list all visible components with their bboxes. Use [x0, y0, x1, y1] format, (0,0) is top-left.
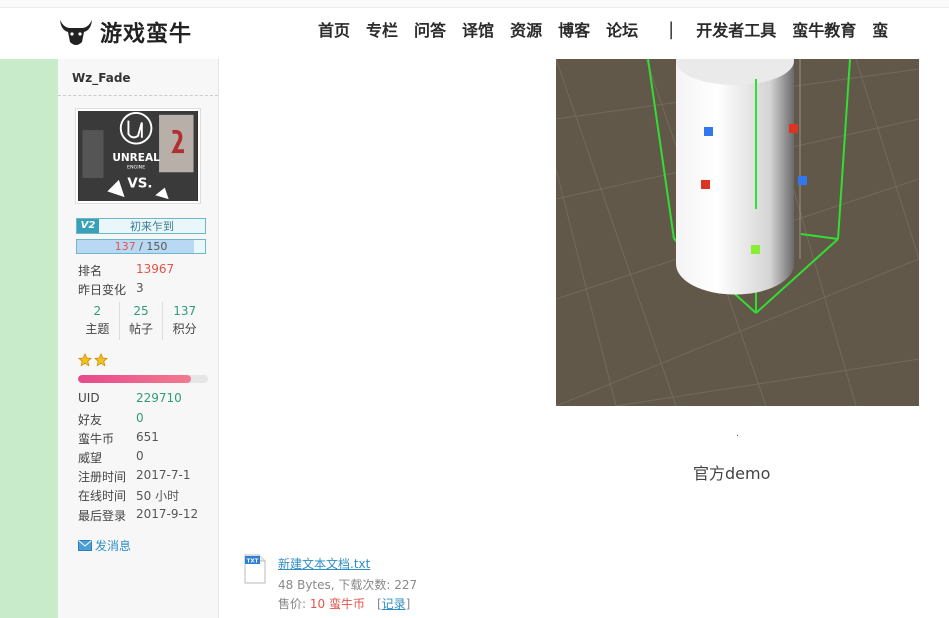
dot-text: .	[736, 428, 740, 439]
level-progress-text: 137 / 150	[114, 240, 168, 253]
nav-blog[interactable]: 博客	[558, 17, 590, 41]
attachment-price: 售价: 10 蛮牛币 [记录]	[278, 597, 411, 611]
attachment-meta: 48 Bytes, 下载次数: 227	[278, 578, 418, 592]
user-level[interactable]: V2 初来乍到	[76, 218, 206, 234]
detail-uid: UID 229710	[78, 391, 182, 405]
star-icon	[94, 353, 108, 367]
logo-text: 游戏蛮牛	[100, 22, 193, 47]
stat-points[interactable]: 137 积分	[163, 302, 206, 340]
post-image-cylinder-collider	[556, 59, 919, 406]
nav-dev-tools[interactable]: 开发者工具	[696, 17, 776, 41]
user-stats: 2 主题 25 帖子 137 积分	[76, 302, 206, 340]
level-name: 初来乍到	[130, 220, 174, 233]
user-profile-card: Wz_Fade UNREAL ENGINE VS. V2 初来乍到 137 / …	[58, 59, 219, 618]
detail-registered: 注册时间 2017-7-1	[78, 468, 191, 484]
attachment-record-link[interactable]: 记录	[382, 597, 406, 611]
stat-threads[interactable]: 2 主题	[76, 302, 120, 340]
bull-head-icon	[60, 20, 92, 45]
text-file-icon: TXT	[244, 554, 266, 584]
svg-text:TXT: TXT	[247, 558, 259, 564]
rank-label: 排名	[78, 264, 103, 278]
detail-prestige: 威望 0	[78, 449, 144, 465]
nav-forum[interactable]: 论坛	[606, 17, 638, 41]
avatar-vs-text: VS.	[127, 177, 152, 192]
page: 游戏蛮牛 首页 专栏 问答 译馆 资源 博客 论坛 | 开发者工具 蛮牛教育 蛮…	[0, 0, 949, 618]
top-thin-strip	[0, 0, 949, 8]
detail-online-time: 在线时间 50 小时	[78, 489, 180, 503]
mail-icon	[78, 540, 92, 551]
reputation-bar-fill	[78, 375, 192, 383]
site-logo[interactable]: 游戏蛮牛	[58, 12, 218, 52]
level-progress: 137 / 150	[76, 239, 206, 254]
yesterday-row: 昨日变化 3	[78, 281, 144, 298]
avatar[interactable]: UNREAL ENGINE VS.	[76, 109, 200, 203]
yesterday-label: 昨日变化	[78, 283, 127, 297]
main-nav: 首页 专栏 问答 译馆 资源 博客 论坛 | 开发者工具 蛮牛教育 蛮	[318, 14, 904, 44]
nav-separator: |	[668, 18, 675, 40]
top-navigation-bar: 游戏蛮牛 首页 专栏 问答 译馆 资源 博客 论坛 | 开发者工具 蛮牛教育 蛮	[0, 0, 949, 59]
reputation-bar	[78, 375, 208, 383]
avatar-brand-text: UNREAL	[112, 152, 160, 164]
detail-friends: 好友 0	[78, 411, 144, 427]
nav-qa[interactable]: 问答	[414, 17, 446, 41]
nav-education[interactable]: 蛮牛教育	[792, 17, 856, 41]
image-caption: 官方demo	[693, 464, 771, 483]
detail-last-login: 最后登录 2017-9-12	[78, 507, 199, 523]
stat-posts[interactable]: 25 帖子	[120, 302, 164, 340]
rank-row: 排名 13967	[78, 262, 174, 279]
attachment-price-amount: 10 蛮牛币	[309, 597, 365, 611]
level-badge: V2	[77, 219, 99, 233]
avatar-sub-text: ENGINE	[127, 164, 145, 170]
yesterday-value: 3	[136, 281, 144, 295]
nav-resources[interactable]: 资源	[510, 17, 542, 41]
rank-value: 13967	[136, 262, 175, 276]
nav-home[interactable]: 首页	[318, 17, 350, 41]
star-icon	[78, 353, 92, 367]
nav-column[interactable]: 专栏	[366, 17, 398, 41]
scene-render	[556, 59, 919, 406]
nav-translation[interactable]: 译馆	[462, 17, 494, 41]
avatar-image: UNREAL ENGINE VS.	[78, 111, 198, 201]
username[interactable]: Wz_Fade	[72, 71, 131, 85]
left-background-strip	[0, 59, 58, 618]
detail-coins: 蛮牛币 651	[78, 430, 159, 446]
nav-truncated-item[interactable]: 蛮	[872, 17, 888, 41]
divider	[58, 95, 218, 96]
send-message-link[interactable]: 发消息	[78, 537, 131, 554]
user-stars	[78, 353, 108, 367]
attachment-filename-link[interactable]: 新建文本文档.txt	[278, 555, 370, 572]
